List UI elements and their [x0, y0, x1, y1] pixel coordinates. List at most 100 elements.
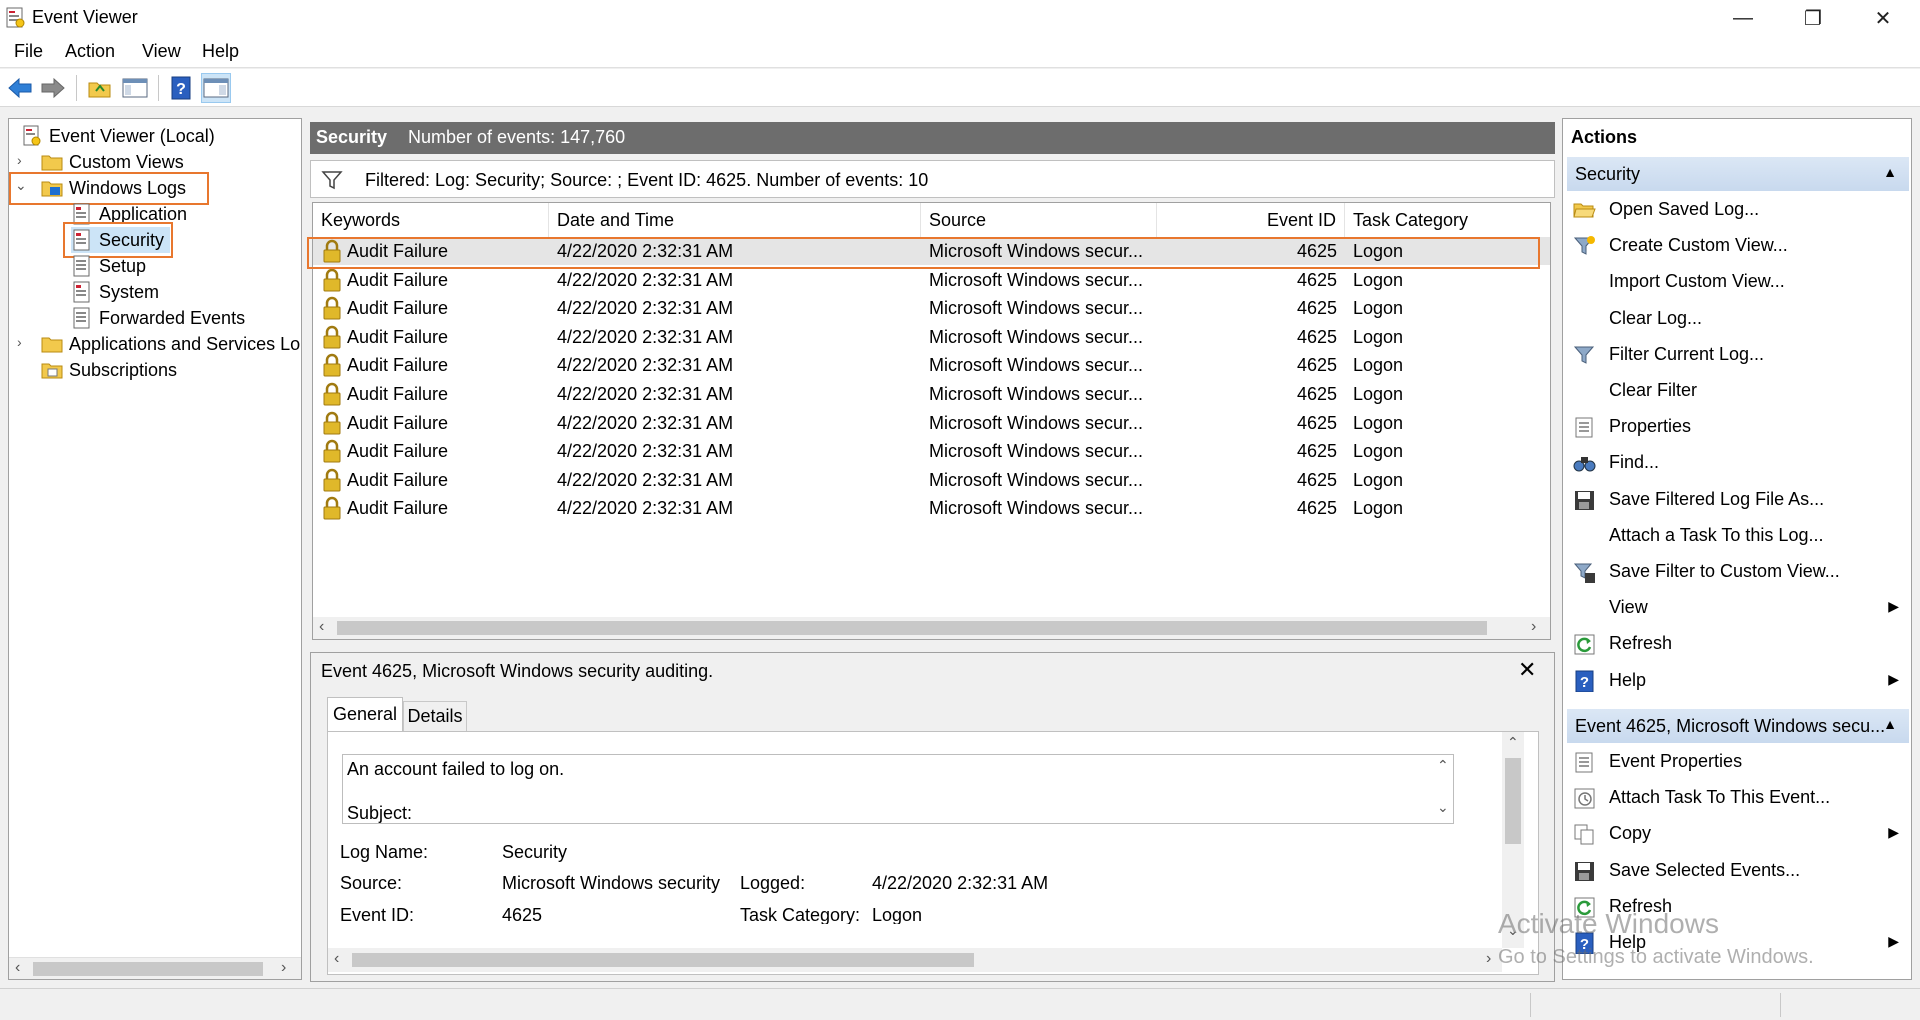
cell-task-category: Logon [1353, 326, 1404, 347]
action-event-properties[interactable]: Event Properties [1563, 745, 1909, 779]
help-book-icon: ? [171, 76, 191, 100]
scrollbar-thumb[interactable] [352, 953, 974, 967]
scroll-down-icon[interactable]: ⌄ [1437, 799, 1449, 816]
scroll-left-icon[interactable]: ‹ [319, 618, 324, 636]
submenu-arrow-icon: ▶ [1888, 670, 1899, 687]
description-box[interactable]: An account failed to log on. Subject: ⌃ … [342, 754, 1454, 824]
action-refresh[interactable]: Refresh [1563, 627, 1909, 661]
action-help[interactable]: ? Help ▶ [1563, 664, 1909, 698]
column-header-source[interactable]: Source [921, 203, 1157, 237]
action-import-custom-view[interactable]: Import Custom View... [1563, 265, 1909, 299]
collapse-icon[interactable]: ▲ [1883, 164, 1897, 180]
action-view[interactable]: View ▶ [1563, 591, 1909, 625]
cell-source: Microsoft Windows secur... [929, 298, 1144, 319]
scroll-right-icon[interactable]: › [1531, 618, 1536, 636]
menu-help[interactable]: Help [202, 41, 239, 62]
event-row[interactable]: Audit Failure 4/22/2020 2:32:31 AM Microso… [313, 466, 1550, 494]
tree-item-setup[interactable]: Setup [71, 253, 146, 279]
log-header: Security Number of events: 147,760 [310, 122, 1555, 154]
chevron-right-icon[interactable]: › [17, 152, 22, 168]
show-hide-console-tree-button[interactable] [120, 73, 150, 103]
event-row[interactable]: Audit Failure 4/22/2020 2:32:31 AM Microso… [313, 323, 1550, 351]
maximize-button[interactable]: ❐ [1780, 0, 1846, 36]
action-label: Create Custom View... [1609, 235, 1788, 256]
scroll-up-icon[interactable]: ⌃ [1437, 757, 1449, 774]
menu-view[interactable]: View [142, 41, 181, 62]
events-horizontal-scrollbar[interactable]: ‹ › [313, 617, 1550, 639]
scrollbar-thumb[interactable] [337, 621, 1487, 635]
preview-horizontal-scrollbar[interactable]: ‹ › [328, 948, 1502, 972]
menu-action[interactable]: Action [65, 41, 115, 62]
up-folder-button[interactable] [85, 73, 115, 103]
scrollbar-thumb[interactable] [1505, 758, 1521, 844]
tree-item-forwarded-events[interactable]: Forwarded Events [71, 305, 245, 331]
actions-section-event[interactable]: Event 4625, Microsoft Windows secu... ▲ [1567, 709, 1909, 743]
action-properties[interactable]: Properties [1563, 410, 1909, 444]
tab-general[interactable]: General [327, 697, 403, 731]
back-button[interactable] [5, 73, 35, 103]
scroll-right-icon[interactable]: › [281, 959, 286, 977]
action-attach-task-to-this-event[interactable]: Attach Task To This Event... [1563, 781, 1909, 815]
tree-horizontal-scrollbar[interactable]: ‹ › [9, 957, 301, 979]
column-header-task-category[interactable]: Task Category [1345, 203, 1550, 237]
event-row[interactable]: Audit Failure 4/22/2020 2:32:31 AM Microso… [313, 351, 1550, 379]
cell-datetime: 4/22/2020 2:32:31 AM [557, 384, 734, 404]
action-copy[interactable]: Copy ▶ [1563, 817, 1909, 851]
activation-watermark-text: Go to Settings to activate Windows. [1498, 946, 1814, 968]
action-filter-current-log[interactable]: Filter Current Log... [1563, 338, 1909, 372]
scroll-left-icon[interactable]: ‹ [15, 959, 20, 977]
action-save-filter-to-custom-view[interactable]: Save Filter to Custom View... [1563, 555, 1909, 589]
action-attach-a-task-to-this-log[interactable]: Attach a Task To this Log... [1563, 519, 1909, 553]
scroll-right-icon[interactable]: › [1486, 950, 1491, 968]
actions-section-security[interactable]: Security ▲ [1567, 157, 1909, 191]
collapse-icon[interactable]: ▲ [1883, 716, 1897, 732]
close-button[interactable]: ✕ [1850, 0, 1916, 36]
tree-label: System [99, 281, 160, 302]
action-clear-filter[interactable]: Clear Filter [1563, 374, 1909, 408]
event-row[interactable]: Audit Failure 4/22/2020 2:32:31 AM Microso… [313, 380, 1550, 408]
scroll-left-icon[interactable]: ‹ [334, 950, 339, 968]
event-row[interactable]: Audit Failure 4/22/2020 2:32:31 AM Microso… [313, 494, 1550, 522]
action-create-custom-view[interactable]: Create Custom View... [1563, 229, 1909, 263]
cell-datetime: 4/22/2020 2:32:31 AM [557, 498, 734, 519]
action-find[interactable]: Find... [1563, 446, 1909, 480]
console-tree-icon [122, 78, 148, 98]
event-row[interactable]: Audit Failure 4/22/2020 2:32:31 AM Microso… [313, 437, 1550, 465]
event-count: Number of events: 147,760 [408, 127, 626, 147]
tree-item-event-viewer-local[interactable]: Event Viewer (Local) [21, 123, 215, 149]
column-header-event-id[interactable]: Event ID [1157, 203, 1345, 237]
event-row[interactable]: Audit Failure 4/22/2020 2:32:31 AM Microso… [313, 294, 1550, 322]
help-icon: ? [1575, 670, 1594, 692]
action-label: Save Selected Events... [1609, 859, 1801, 880]
forward-button[interactable] [38, 73, 68, 103]
tree-item-system[interactable]: System [71, 279, 159, 305]
menu-file[interactable]: File [14, 41, 43, 62]
tree-item-subscriptions[interactable]: Subscriptions [41, 357, 177, 383]
help-toolbar-button[interactable]: ? [166, 73, 196, 103]
action-open-saved-log[interactable]: Open Saved Log... [1563, 193, 1909, 227]
scroll-up-icon[interactable]: ⌃ [1507, 734, 1519, 751]
cell-source: Microsoft Windows secur... [929, 269, 1144, 290]
close-preview-icon[interactable]: ✕ [1518, 657, 1536, 683]
action-label: Clear Filter [1609, 380, 1698, 400]
show-hide-action-pane-button[interactable] [201, 73, 231, 103]
column-header-keywords[interactable]: Keywords [313, 203, 549, 237]
cell-keyword: Audit Failure [347, 469, 449, 490]
task-icon [1574, 788, 1595, 809]
minimize-button[interactable]: — [1710, 0, 1776, 36]
task-category-value: Logon [872, 905, 923, 924]
tab-details[interactable]: Details [403, 701, 467, 731]
scrollbar-thumb[interactable] [33, 962, 263, 976]
chevron-right-icon[interactable]: › [17, 334, 22, 350]
action-save-filtered-log-file-as[interactable]: Save Filtered Log File As... [1563, 483, 1909, 517]
tree-item-applications-and-services[interactable]: Applications and Services Lo [41, 331, 300, 357]
action-clear-log[interactable]: Clear Log... [1563, 302, 1909, 336]
back-arrow-icon [8, 77, 32, 99]
event-row[interactable]: Audit Failure 4/22/2020 2:32:31 AM Microso… [313, 409, 1550, 437]
cell-task-category: Logon [1353, 469, 1404, 490]
event-row[interactable]: Audit Failure 4/22/2020 2:32:31 AM Microso… [313, 266, 1550, 294]
column-header-date-time[interactable]: Date and Time [549, 203, 921, 237]
action-save-selected-events[interactable]: Save Selected Events... [1563, 854, 1909, 888]
cell-source: Microsoft Windows secur... [929, 355, 1144, 376]
cell-keyword: Audit Failure [347, 269, 449, 290]
